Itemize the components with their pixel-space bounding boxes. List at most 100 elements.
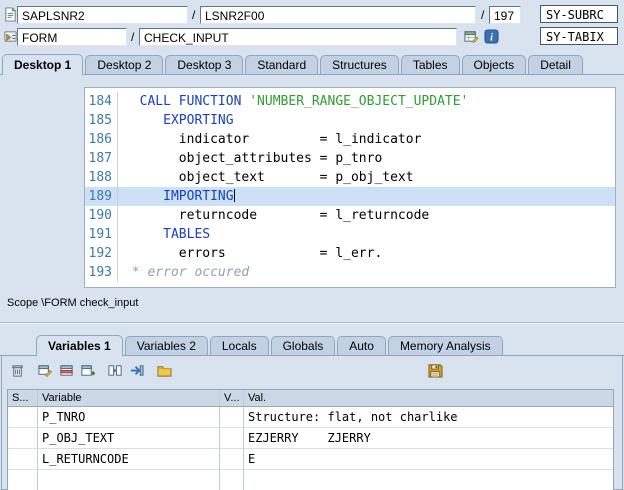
tab-variables-2[interactable]: Variables 2 [125, 336, 208, 355]
code-text[interactable]: returncode = l_returncode [117, 206, 615, 225]
table-row[interactable] [8, 470, 613, 490]
tab-standard[interactable]: Standard [245, 55, 318, 74]
code-text[interactable]: indicator = l_indicator [117, 130, 615, 149]
line-number[interactable]: 188 [85, 168, 117, 187]
tab-desktop-1[interactable]: Desktop 1 [2, 54, 83, 75]
table-body: P_TNROStructure: flat, not charlikeP_OBJ… [8, 407, 613, 490]
text-cursor [234, 189, 235, 202]
variables-toolbar [8, 361, 173, 379]
line-number-field[interactable]: 197 [489, 6, 521, 24]
cell-s[interactable] [8, 428, 38, 448]
code-line-189[interactable]: 189 IMPORTING [85, 187, 615, 206]
code-text[interactable]: object_text = p_obj_text [117, 168, 615, 187]
cell-v[interactable] [220, 428, 244, 448]
tab-memory-analysis[interactable]: Memory Analysis [388, 336, 503, 355]
cell-val[interactable]: Structure: flat, not charlike [244, 407, 613, 427]
line-number[interactable]: 190 [85, 206, 117, 225]
code-line-186[interactable]: 186 indicator = l_indicator [85, 130, 615, 149]
code-text[interactable]: CALL FUNCTION 'NUMBER_RANGE_OBJECT_UPDAT… [117, 92, 615, 111]
variables-table: S... Variable V... Val. P_TNRO Structure:… [7, 389, 614, 490]
services-folder-icon[interactable] [155, 361, 173, 379]
trash-icon[interactable] [8, 361, 26, 379]
cell-variable[interactable] [38, 470, 220, 490]
line-number[interactable]: 193 [85, 263, 117, 282]
edit-grid-icon[interactable] [463, 28, 480, 45]
line-number[interactable]: 189 [85, 187, 117, 206]
cell-s[interactable] [8, 407, 38, 427]
tab-structures[interactable]: Structures [320, 55, 399, 74]
cell-v[interactable] [220, 470, 244, 490]
column-header-val[interactable]: Val. [244, 390, 613, 406]
code-line-184[interactable]: 184 CALL FUNCTION 'NUMBER_RANGE_OBJECT_U… [85, 92, 615, 111]
line-number[interactable]: 186 [85, 130, 117, 149]
code-editor[interactable]: 184 CALL FUNCTION 'NUMBER_RANGE_OBJECT_U… [84, 87, 616, 288]
column-header-variable[interactable]: Variable [38, 390, 220, 406]
cell-val[interactable]: E [244, 449, 613, 469]
cell-val[interactable] [244, 470, 613, 490]
column-header-s[interactable]: S... [8, 390, 38, 406]
delete-variable-icon[interactable] [57, 361, 75, 379]
code-line-185[interactable]: 185 EXPORTING [85, 111, 615, 130]
code-text[interactable]: TABLES [117, 225, 615, 244]
event-name-field[interactable]: CHECK_INPUT [139, 28, 457, 46]
cell-v[interactable] [220, 407, 244, 427]
tab-desktop-2[interactable]: Desktop 2 [85, 55, 163, 74]
code-line-188[interactable]: 188 object_text = p_obj_text [85, 168, 615, 187]
separator: / [481, 8, 484, 22]
separator: / [192, 8, 195, 22]
abap-debugger-window: SAPLSNR2 / LSNR2F00 / 197 SY-SUBRC FORM … [0, 0, 624, 490]
code-text[interactable]: * error occured [117, 263, 615, 282]
cell-v[interactable] [220, 449, 244, 469]
svg-text:i: i [490, 32, 493, 43]
watch-field-sy-subrc[interactable]: SY-SUBRC [540, 5, 618, 23]
cell-s[interactable] [8, 449, 38, 469]
table-row[interactable]: P_OBJ_TEXT EZJERRY ZJERRY [8, 428, 613, 449]
code-line-192[interactable]: 192 errors = l_err. [85, 244, 615, 263]
code-line-187[interactable]: 187 object_attributes = p_tnro [85, 149, 615, 168]
cell-variable[interactable]: L_RETURNCODE [38, 449, 220, 469]
line-number[interactable]: 192 [85, 244, 117, 263]
code-text[interactable]: EXPORTING [117, 111, 615, 130]
event-type-field[interactable]: FORM [17, 28, 127, 46]
code-line-191[interactable]: 191 TABLES [85, 225, 615, 244]
line-number[interactable]: 184 [85, 92, 117, 111]
code-lines: 184 CALL FUNCTION 'NUMBER_RANGE_OBJECT_U… [85, 92, 615, 282]
cell-s[interactable] [8, 470, 38, 490]
tab-locals[interactable]: Locals [210, 336, 269, 355]
cell-variable[interactable]: P_TNRO [38, 407, 220, 427]
tab-auto[interactable]: Auto [337, 336, 386, 355]
goto-variable-icon[interactable] [127, 361, 145, 379]
save-icon[interactable] [426, 361, 444, 379]
table-row[interactable]: L_RETURNCODE E [8, 449, 613, 470]
code-line-190[interactable]: 190 returncode = l_returncode [85, 206, 615, 225]
code-text[interactable]: errors = l_err. [117, 244, 615, 263]
column-header-v[interactable]: V... [220, 390, 244, 406]
line-number[interactable]: 187 [85, 149, 117, 168]
code-line-193[interactable]: 193 * error occured [85, 263, 615, 282]
variables-tabstrip: Variables 1Variables 2LocalsGlobalsAutoM… [36, 334, 503, 355]
table-row[interactable]: P_TNRO Structure: flat, not charlike [8, 407, 613, 428]
code-text[interactable]: IMPORTING [117, 187, 615, 206]
tab-tables[interactable]: Tables [401, 55, 460, 74]
program-field[interactable]: SAPLSNR2 [17, 6, 188, 24]
watch-field-sy-tabix[interactable]: SY-TABIX [540, 27, 618, 45]
info-icon[interactable]: i [483, 28, 500, 45]
tab-objects[interactable]: Objects [462, 55, 527, 74]
tab-globals[interactable]: Globals [271, 336, 336, 355]
separator: / [131, 30, 134, 44]
code-text[interactable]: object_attributes = p_tnro [117, 149, 615, 168]
line-number[interactable]: 185 [85, 111, 117, 130]
include-field[interactable]: LSNR2F00 [200, 6, 476, 24]
change-value-icon[interactable] [36, 361, 54, 379]
tab-detail[interactable]: Detail [528, 55, 583, 74]
sort-columns-icon[interactable] [106, 361, 124, 379]
tab-variables-1[interactable]: Variables 1 [36, 335, 123, 356]
line-number[interactable]: 191 [85, 225, 117, 244]
insert-variable-icon[interactable] [78, 361, 96, 379]
cell-val[interactable]: EZJERRY ZJERRY [244, 428, 613, 448]
tab-desktop-3[interactable]: Desktop 3 [165, 55, 243, 74]
upper-tab-divider [0, 74, 624, 75]
scope-status: Scope \FORM check_input [7, 297, 138, 309]
desktop-tabstrip: Desktop 1Desktop 2Desktop 3StandardStruc… [2, 53, 583, 74]
cell-variable[interactable]: P_OBJ_TEXT [38, 428, 220, 448]
